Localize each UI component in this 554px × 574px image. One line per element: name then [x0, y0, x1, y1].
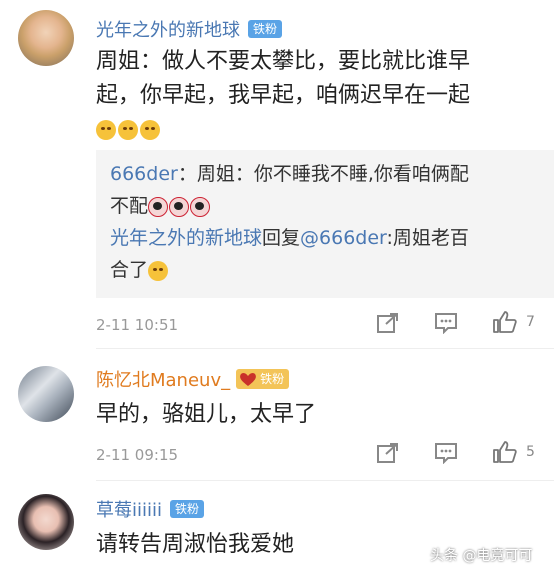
reply-target[interactable]: @666der: [300, 227, 387, 249]
like-count: 7: [526, 314, 535, 330]
dog-emoji-icon: [118, 120, 138, 140]
share-button[interactable]: [376, 312, 400, 338]
reply-user[interactable]: 光年之外的新地球: [110, 227, 262, 249]
shocked-emoji-icon: [190, 196, 211, 217]
fan-badge: 铁粉: [248, 20, 283, 38]
avatar[interactable]: [18, 494, 74, 550]
share-icon: [377, 443, 398, 463]
dog-emoji-icon: [96, 120, 116, 140]
quoted-replies: 666der：周姐：你不睡我不睡,你看咱俩配 不配 光年之外的新地球回复@666…: [96, 150, 554, 298]
comment-button[interactable]: [434, 312, 458, 338]
username[interactable]: 草莓iiiiii: [96, 496, 162, 522]
comment-text: 周姐：做人不要太攀比，要比就比谁早 起，你早起，我早起，咱俩迟早在一起: [96, 45, 536, 143]
dog-emoji-icon: [148, 260, 169, 281]
watermark: 头条 @电竞可可: [430, 548, 533, 564]
comment-icon: [435, 443, 457, 465]
shocked-emoji-icon: [169, 196, 190, 217]
like-button[interactable]: 7: [492, 310, 535, 334]
like-button[interactable]: 5: [492, 440, 535, 464]
fan-badge: 铁粉: [236, 369, 290, 389]
quote-author[interactable]: 666der: [110, 163, 178, 185]
avatar[interactable]: [18, 10, 74, 66]
dog-emoji-icon: [140, 120, 160, 140]
divider: [96, 348, 554, 349]
timestamp: 2-11 09:15: [96, 446, 179, 464]
thumbs-up-icon: [493, 441, 517, 463]
fan-badge: 铁粉: [170, 500, 205, 518]
like-count: 5: [526, 444, 535, 460]
avatar[interactable]: [18, 366, 74, 422]
emoji-row: [96, 113, 536, 143]
comment-button[interactable]: [434, 442, 458, 468]
username[interactable]: 光年之外的新地球: [96, 16, 240, 42]
divider: [96, 480, 554, 481]
share-icon: [377, 313, 398, 333]
thumbs-up-icon: [493, 311, 517, 333]
shocked-emoji-icon: [148, 196, 169, 217]
comment-text: 请转告周淑怡我爱她: [96, 532, 295, 557]
share-button[interactable]: [376, 442, 400, 468]
timestamp: 2-11 10:51: [96, 316, 179, 334]
comment-icon: [435, 313, 457, 335]
username[interactable]: 陈忆北Maneuv_: [96, 366, 230, 392]
heart-icon: [240, 372, 256, 386]
comment-text: 早的，骆姐儿，太早了: [96, 402, 317, 427]
